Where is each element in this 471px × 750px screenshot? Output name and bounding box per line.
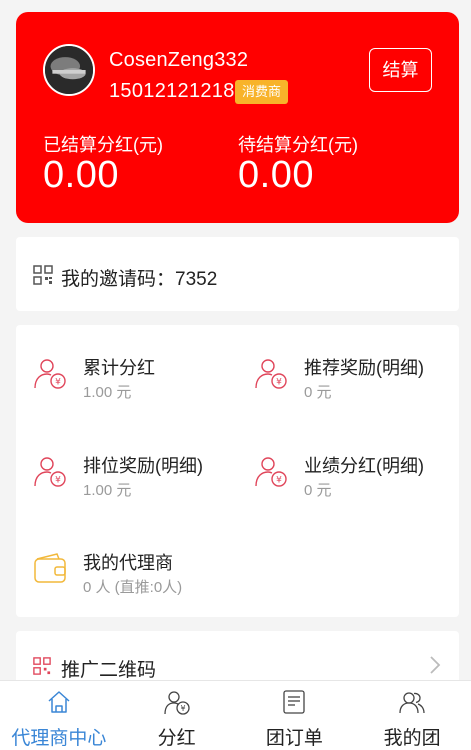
bottom-tab-bar: 代理商中心 ¥ 分红 团订单 我的团 xyxy=(0,680,471,750)
user-yuan-icon: ¥ xyxy=(34,457,66,487)
qrcode-icon xyxy=(33,265,53,285)
grid-item-total-dividend[interactable]: ¥ 累计分红 1.00 元 xyxy=(33,354,233,414)
svg-text:¥: ¥ xyxy=(55,378,61,388)
svg-text:¥: ¥ xyxy=(276,476,282,486)
settle-button[interactable]: 结算 xyxy=(369,48,432,92)
tab-agent-center[interactable]: 代理商中心 xyxy=(0,681,118,750)
grid-item-value: 0 元 xyxy=(304,482,332,499)
tab-label: 团订单 xyxy=(265,728,323,749)
grid-item-title: 排位奖励(明细) xyxy=(83,456,203,476)
user-yuan-icon: ¥ xyxy=(255,457,287,487)
tab-label: 代理商中心 xyxy=(11,728,107,749)
promo-qrcode-label: 推广二维码 xyxy=(61,660,157,681)
avatar[interactable] xyxy=(43,44,95,96)
earnings-grid: ¥ 累计分红 1.00 元 ¥ 推荐奖励(明细) 0 元 ¥ 排位奖励(明细) … xyxy=(16,325,459,617)
grid-item-value: 1.00 元 xyxy=(83,482,132,499)
grid-item-title: 业绩分红(明细) xyxy=(304,456,424,476)
profile-card: CosenZeng332 15012121218 消费商 结算 已结算分红(元)… xyxy=(16,12,459,223)
tab-label: 我的团 xyxy=(383,728,441,749)
grid-item-ranking-reward[interactable]: ¥ 排位奖励(明细) 1.00 元 xyxy=(33,452,233,512)
user-yuan-icon: ¥ xyxy=(163,691,190,715)
grid-item-value: 1.00 元 xyxy=(83,384,132,401)
tab-label: 分红 xyxy=(157,728,196,749)
chevron-right-icon xyxy=(430,656,441,674)
svg-text:¥: ¥ xyxy=(55,476,61,486)
home-icon xyxy=(48,691,70,713)
users-icon xyxy=(399,692,425,714)
username: CosenZeng332 xyxy=(109,49,249,71)
user-yuan-icon: ¥ xyxy=(255,359,287,389)
wallet-icon xyxy=(34,553,66,583)
pending-dividend-value: 0.00 xyxy=(238,154,314,196)
grid-item-referral-reward[interactable]: ¥ 推荐奖励(明细) 0 元 xyxy=(254,354,454,414)
grid-item-title: 推荐奖励(明细) xyxy=(304,358,424,378)
order-icon xyxy=(283,690,306,714)
svg-text:¥: ¥ xyxy=(180,704,185,713)
grid-item-my-agents[interactable]: 我的代理商 0 人 (直推:0人) xyxy=(33,549,233,609)
qrcode-icon xyxy=(33,657,51,675)
tab-dividend[interactable]: ¥ 分红 xyxy=(118,681,236,750)
grid-item-performance-dividend[interactable]: ¥ 业绩分红(明细) 0 元 xyxy=(254,452,454,512)
invite-code-card: 我的邀请码：7352 xyxy=(16,237,459,311)
svg-text:¥: ¥ xyxy=(276,378,282,388)
phone-number: 15012121218 xyxy=(109,80,235,102)
grid-item-title: 我的代理商 xyxy=(83,553,173,573)
grid-item-title: 累计分红 xyxy=(83,358,155,378)
grid-item-value: 0 元 xyxy=(304,384,332,401)
invite-code-text: 我的邀请码：7352 xyxy=(61,269,218,290)
user-yuan-icon: ¥ xyxy=(34,359,66,389)
tab-group-orders[interactable]: 团订单 xyxy=(236,681,354,750)
grid-item-value: 0 人 (直推:0人) xyxy=(83,579,183,596)
tab-my-group[interactable]: 我的团 xyxy=(353,681,471,750)
settled-dividend-value: 0.00 xyxy=(43,154,119,196)
role-badge: 消费商 xyxy=(235,80,289,104)
